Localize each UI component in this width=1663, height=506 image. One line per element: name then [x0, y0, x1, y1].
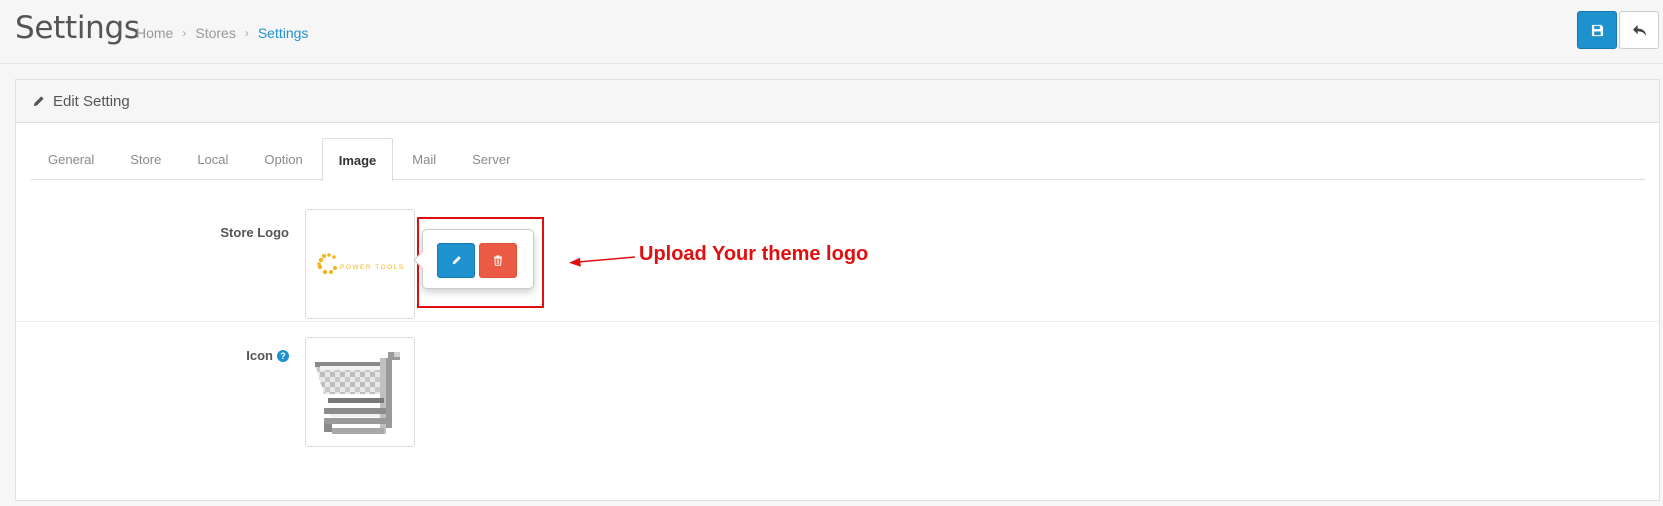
icon-label: Icon ?: [246, 348, 289, 363]
trash-icon: [494, 255, 502, 266]
tab-server[interactable]: Server: [455, 138, 527, 180]
breadcrumb: Home › Stores › Settings: [136, 25, 308, 41]
breadcrumb-settings[interactable]: Settings: [258, 25, 309, 41]
tab-general[interactable]: General: [31, 138, 111, 180]
store-logo-thumbnail[interactable]: POWER TOOLS: [305, 209, 415, 319]
panel-heading: Edit Setting: [16, 80, 1659, 123]
breadcrumb-separator: ›: [182, 26, 187, 40]
shopping-cart-icon: [315, 352, 400, 434]
settings-tabs: General Store Local Option Image Mail Se…: [31, 138, 1645, 181]
store-logo-row: Store Logo POWER TOOLS Upload Your theme…: [16, 196, 1659, 322]
page-title: Settings: [15, 10, 140, 46]
back-button[interactable]: [1619, 11, 1659, 49]
icon-label-text: Icon: [246, 348, 273, 363]
store-logo-label: Store Logo: [220, 225, 289, 240]
breadcrumb-stores[interactable]: Stores: [195, 25, 235, 41]
edit-image-button[interactable]: [437, 243, 475, 278]
reply-icon: [1632, 24, 1646, 36]
store-logo-image: POWER TOOLS: [317, 253, 405, 275]
panel-title: Edit Setting: [53, 92, 130, 110]
tab-option[interactable]: Option: [247, 138, 319, 180]
clear-image-button[interactable]: [479, 243, 517, 278]
tab-local[interactable]: Local: [180, 138, 245, 180]
icon-row: Icon ?: [16, 323, 1659, 501]
breadcrumb-home[interactable]: Home: [136, 25, 173, 41]
image-actions-popover: [413, 229, 534, 289]
icon-thumbnail[interactable]: [305, 337, 415, 447]
save-icon: [1591, 24, 1603, 36]
save-button[interactable]: [1577, 11, 1617, 49]
breadcrumb-separator: ›: [244, 26, 249, 40]
tab-store[interactable]: Store: [113, 138, 178, 180]
store-logo-text: POWER TOOLS: [340, 264, 405, 271]
annotation-text: Upload Your theme logo: [639, 243, 869, 265]
tab-mail[interactable]: Mail: [395, 138, 453, 180]
question-circle-icon[interactable]: ?: [277, 349, 289, 362]
tab-image[interactable]: Image: [321, 138, 394, 181]
page-header: Settings Home › Stores › Settings: [0, 0, 1663, 64]
pencil-icon: [33, 95, 44, 106]
edit-setting-panel: Edit Setting General Store Local Option …: [15, 79, 1660, 501]
pencil-icon: [452, 256, 461, 265]
annotation-arrow: [569, 256, 636, 267]
